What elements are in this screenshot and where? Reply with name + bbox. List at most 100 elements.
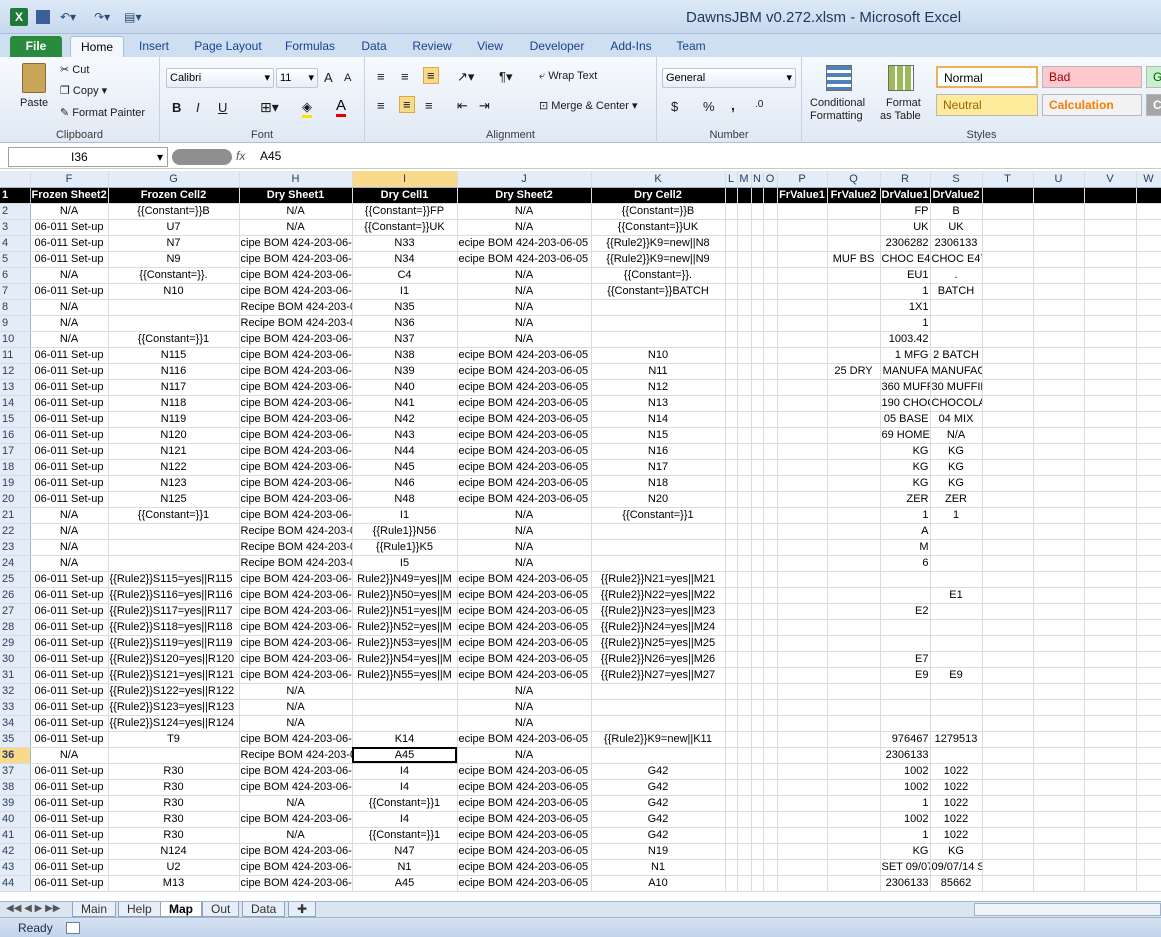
cell[interactable]: N19	[591, 843, 726, 860]
cell[interactable]	[751, 539, 764, 556]
row-header[interactable]: 4	[0, 235, 31, 252]
cell[interactable]	[982, 859, 1034, 876]
cell[interactable]	[827, 635, 881, 652]
cell[interactable]: ecipe BOM 424-203-06-05	[457, 731, 592, 748]
cell[interactable]: N47	[352, 843, 458, 860]
cell[interactable]	[930, 299, 983, 316]
cell[interactable]: 06-011 Set-up	[30, 427, 109, 444]
cell[interactable]	[725, 539, 738, 556]
cell[interactable]: cipe BOM 424-203-06-	[239, 363, 353, 380]
cell[interactable]: N/A	[239, 219, 353, 236]
fill-color-icon[interactable]: ◈	[302, 99, 312, 118]
select-all-corner[interactable]	[0, 171, 31, 188]
cell[interactable]	[737, 859, 752, 876]
cell[interactable]: Recipe BOM 424-203-06-	[239, 539, 353, 556]
cell[interactable]	[1084, 875, 1137, 892]
cell[interactable]	[737, 299, 752, 316]
cell[interactable]: N119	[108, 411, 240, 428]
cell[interactable]: G42	[591, 827, 726, 844]
cell[interactable]: cipe BOM 424-203-06-	[239, 283, 353, 300]
cell[interactable]: {{Rule2}}S118=yes||R118	[108, 619, 240, 636]
cell[interactable]	[777, 395, 828, 412]
cell[interactable]: {{Constant=}}1	[108, 331, 240, 348]
cell[interactable]	[777, 283, 828, 300]
style-calculation[interactable]: Calculation	[1042, 94, 1142, 116]
cell[interactable]: Recipe BOM 424-203-06-	[239, 315, 353, 332]
cell[interactable]: 85662	[930, 875, 983, 892]
cell[interactable]	[1136, 667, 1161, 684]
cell[interactable]	[982, 331, 1034, 348]
cell[interactable]	[725, 587, 738, 604]
cell[interactable]: 1002	[880, 779, 931, 796]
cell[interactable]: {{Constant=}}1	[108, 507, 240, 524]
row-header[interactable]: 15	[0, 411, 31, 428]
cell[interactable]: cipe BOM 424-203-06-	[239, 731, 353, 748]
cell[interactable]	[1084, 395, 1137, 412]
cell[interactable]	[1136, 203, 1161, 220]
column-header[interactable]: T	[982, 171, 1034, 188]
column-header[interactable]: K	[591, 171, 726, 188]
cell[interactable]: DrValue2	[930, 187, 983, 204]
save-icon[interactable]	[36, 10, 50, 24]
cell[interactable]: 1 MFG	[880, 347, 931, 364]
cell[interactable]	[751, 795, 764, 812]
cell[interactable]	[763, 859, 778, 876]
cell[interactable]	[751, 827, 764, 844]
cell[interactable]	[777, 539, 828, 556]
row-header[interactable]: 32	[0, 683, 31, 700]
cell[interactable]	[725, 603, 738, 620]
cell[interactable]: N18	[591, 475, 726, 492]
cell[interactable]	[1033, 235, 1085, 252]
cell[interactable]: .	[930, 267, 983, 284]
row-header[interactable]: 31	[0, 667, 31, 684]
cell[interactable]	[763, 379, 778, 396]
cell[interactable]	[1084, 619, 1137, 636]
row-header[interactable]: 35	[0, 731, 31, 748]
cell[interactable]: R30	[108, 779, 240, 796]
cell[interactable]: 2306133	[880, 875, 931, 892]
cell[interactable]	[591, 523, 726, 540]
cell[interactable]: cipe BOM 424-203-06-	[239, 763, 353, 780]
cell[interactable]: Recipe BOM 424-203-06-	[239, 299, 353, 316]
cell[interactable]: I4	[352, 811, 458, 828]
cell[interactable]	[725, 251, 738, 268]
cell[interactable]: 06-011 Set-up	[30, 619, 109, 636]
cell[interactable]: R30	[108, 827, 240, 844]
cell[interactable]	[737, 507, 752, 524]
cell[interactable]	[1136, 219, 1161, 236]
cell[interactable]: 06-011 Set-up	[30, 683, 109, 700]
cell[interactable]: ecipe BOM 424-203-06-05	[457, 827, 592, 844]
cell[interactable]	[1136, 507, 1161, 524]
cell[interactable]	[1033, 315, 1085, 332]
cell[interactable]: cipe BOM 424-203-06-	[239, 779, 353, 796]
cell[interactable]	[982, 635, 1034, 652]
cell[interactable]	[737, 651, 752, 668]
cell[interactable]: cipe BOM 424-203-06-	[239, 875, 353, 892]
cell[interactable]	[737, 411, 752, 428]
redo-icon[interactable]: ↷▾	[94, 10, 110, 24]
cell[interactable]: cipe BOM 424-203-06-	[239, 427, 353, 444]
row-header[interactable]: 28	[0, 619, 31, 636]
cell[interactable]: cipe BOM 424-203-06-	[239, 667, 353, 684]
cell[interactable]	[930, 619, 983, 636]
cell[interactable]: {{Rule2}}S123=yes||R123	[108, 699, 240, 716]
cell[interactable]	[1136, 843, 1161, 860]
cell[interactable]	[777, 827, 828, 844]
cell[interactable]	[1033, 603, 1085, 620]
cell[interactable]	[108, 747, 240, 764]
cell[interactable]: ecipe BOM 424-203-06-05	[457, 843, 592, 860]
bold-button[interactable]: B	[172, 100, 181, 115]
cell[interactable]: KG	[930, 843, 983, 860]
cell[interactable]	[777, 651, 828, 668]
cell[interactable]: {{Rule2}}S119=yes||R119	[108, 635, 240, 652]
cell[interactable]	[591, 555, 726, 572]
cell[interactable]	[1084, 651, 1137, 668]
macro-record-icon[interactable]	[66, 922, 80, 934]
cell[interactable]: N11	[591, 363, 726, 380]
cell[interactable]	[880, 683, 931, 700]
cell[interactable]: 06-011 Set-up	[30, 843, 109, 860]
cell[interactable]	[763, 491, 778, 508]
cell[interactable]	[827, 731, 881, 748]
cell[interactable]: 1022	[930, 763, 983, 780]
cell[interactable]: cipe BOM 424-203-06-	[239, 267, 353, 284]
